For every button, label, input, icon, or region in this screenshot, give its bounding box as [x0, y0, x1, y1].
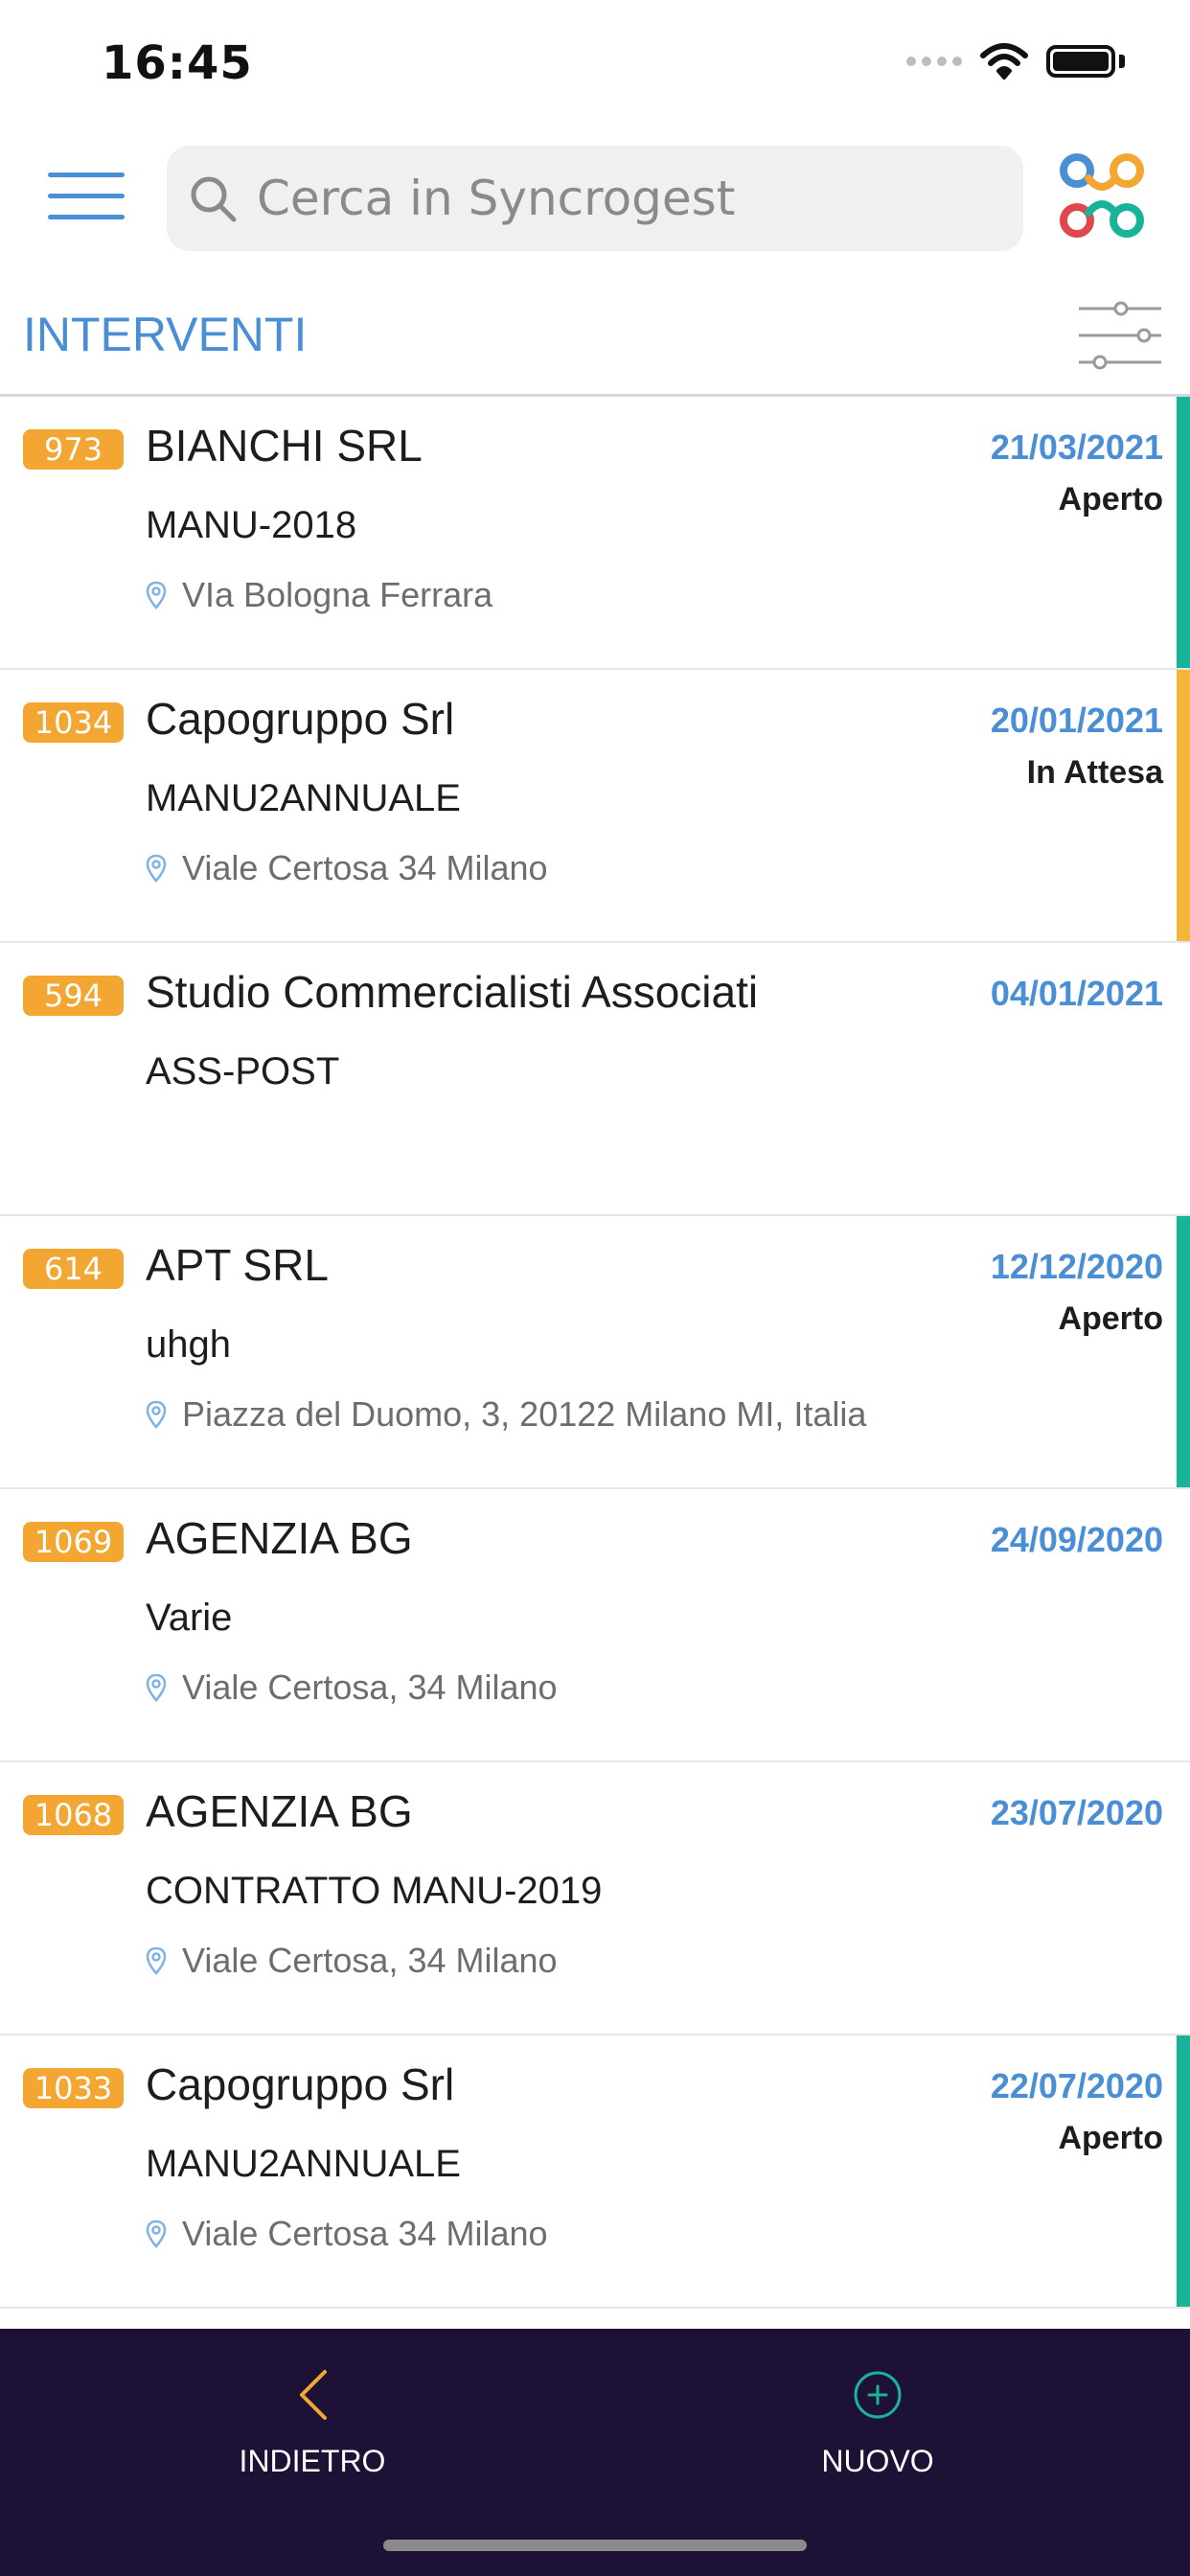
address-text: VIa Bologna Ferrara	[182, 575, 493, 614]
new-button-label: NUOVO	[821, 2444, 934, 2478]
back-button[interactable]: INDIETRO	[178, 2361, 446, 2505]
address: Viale Certosa 34 Milano	[146, 848, 548, 888]
address-text: Viale Certosa 34 Milano	[182, 848, 548, 887]
id-badge: 1033	[23, 2068, 124, 2108]
search-icon	[191, 176, 237, 222]
back-button-label: INDIETRO	[239, 2444, 386, 2478]
contract-code: MANU-2018	[146, 504, 357, 546]
company-name: APT SRL	[146, 1240, 329, 1290]
contract-code: uhgh	[146, 1323, 231, 1366]
list-item[interactable]: 614 APT SRL uhgh Piazza del Duomo, 3, 20…	[0, 1216, 1190, 1489]
location-pin-icon	[146, 1946, 167, 1975]
date: 12/12/2020	[990, 1247, 1163, 1286]
date: 24/09/2020	[990, 1520, 1163, 1559]
id-badge: 1034	[23, 702, 124, 743]
status-label: In Attesa	[1026, 754, 1163, 791]
status-strip	[1177, 397, 1190, 668]
status-bar: 16:45	[0, 0, 1190, 134]
date: 20/01/2021	[990, 701, 1163, 740]
address: Viale Certosa, 34 Milano	[146, 1941, 558, 1981]
status-strip	[1177, 2036, 1190, 2307]
company-name: BIANCHI SRL	[146, 421, 423, 471]
company-name: AGENZIA BG	[146, 1786, 413, 1836]
date: 21/03/2021	[990, 427, 1163, 467]
id-badge: 1068	[23, 1795, 124, 1835]
add-circle-icon	[854, 2371, 902, 2419]
address-text: Piazza del Duomo, 3, 20122 Milano MI, It…	[182, 1394, 867, 1434]
page-title: INTERVENTI	[23, 308, 308, 361]
search-bar[interactable]	[167, 146, 1023, 251]
company-name: AGENZIA BG	[146, 1513, 413, 1563]
address: Viale Certosa, 34 Milano	[146, 1668, 558, 1708]
list-item[interactable]: 1033 Capogruppo Srl MANU2ANNUALE Viale C…	[0, 2036, 1190, 2309]
id-badge: 973	[23, 429, 124, 470]
interventi-list: 973 BIANCHI SRL MANU-2018 VIa Bologna Fe…	[0, 397, 1190, 2309]
chevron-left-icon	[300, 2370, 327, 2420]
contract-code: CONTRATTO MANU-2019	[146, 1870, 603, 1912]
filter-sliders-icon[interactable]	[1077, 299, 1163, 372]
address-text: Viale Certosa 34 Milano	[182, 2214, 548, 2253]
company-name: Capogruppo Srl	[146, 2059, 455, 2109]
list-item[interactable]: 1068 AGENZIA BG CONTRATTO MANU-2019 Vial…	[0, 1762, 1190, 2036]
list-item[interactable]: 594 Studio Commercialisti Associati ASS-…	[0, 943, 1190, 1216]
list-item[interactable]: 973 BIANCHI SRL MANU-2018 VIa Bologna Fe…	[0, 397, 1190, 670]
address-text: Viale Certosa, 34 Milano	[182, 1668, 558, 1707]
address: VIa Bologna Ferrara	[146, 575, 492, 615]
date: 23/07/2020	[990, 1793, 1163, 1832]
location-pin-icon	[146, 581, 167, 610]
contract-code: Varie	[146, 1597, 233, 1639]
syncrogest-logo-icon	[1060, 153, 1144, 238]
id-badge: 614	[23, 1249, 124, 1289]
contract-code: ASS-POST	[146, 1050, 340, 1092]
location-pin-icon	[146, 2220, 167, 2248]
status-label: Aperto	[1058, 481, 1163, 518]
location-pin-icon	[146, 1400, 167, 1429]
location-pin-icon	[146, 1673, 167, 1702]
address: Viale Certosa 34 Milano	[146, 2214, 548, 2254]
status-strip	[1177, 670, 1190, 941]
status-strip	[1177, 1216, 1190, 1487]
section-header: INTERVENTI	[0, 278, 1190, 397]
top-bar	[0, 134, 1190, 259]
search-input[interactable]	[255, 170, 987, 227]
address-text: Viale Certosa, 34 Milano	[182, 1941, 558, 1980]
contract-code: MANU2ANNUALE	[146, 2143, 461, 2185]
status-label: Aperto	[1058, 2120, 1163, 2156]
id-badge: 1069	[23, 1522, 124, 1562]
company-name: Studio Commercialisti Associati	[146, 967, 759, 1017]
address: Piazza del Duomo, 3, 20122 Milano MI, It…	[146, 1394, 866, 1435]
battery-icon	[1046, 45, 1115, 78]
wifi-icon	[980, 43, 1028, 80]
status-label: Aperto	[1058, 1300, 1163, 1337]
signal-icon	[906, 57, 962, 66]
hamburger-menu-button[interactable]	[48, 172, 125, 220]
new-button[interactable]: NUOVO	[744, 2361, 1012, 2505]
home-indicator[interactable]	[383, 2540, 807, 2551]
status-time: 16:45	[102, 36, 253, 90]
list-item[interactable]: 1034 Capogruppo Srl MANU2ANNUALE Viale C…	[0, 670, 1190, 943]
date: 04/01/2021	[990, 974, 1163, 1013]
contract-code: MANU2ANNUALE	[146, 777, 461, 819]
status-icons	[906, 42, 1125, 80]
id-badge: 594	[23, 976, 124, 1016]
date: 22/07/2020	[990, 2066, 1163, 2105]
list-item[interactable]: 1069 AGENZIA BG Varie Viale Certosa, 34 …	[0, 1489, 1190, 1762]
location-pin-icon	[146, 854, 167, 883]
company-name: Capogruppo Srl	[146, 694, 455, 744]
